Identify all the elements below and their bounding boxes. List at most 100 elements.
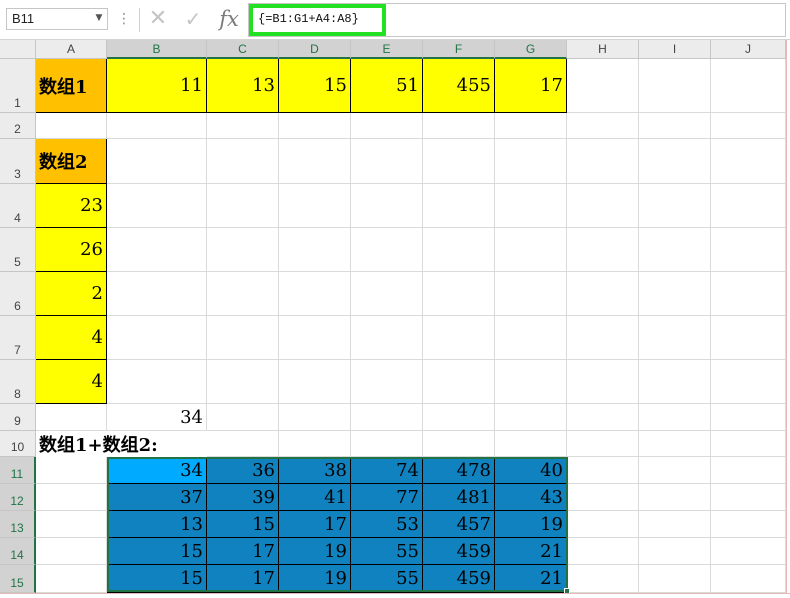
cell-h10[interactable]	[567, 431, 639, 457]
cell-j14[interactable]	[711, 538, 786, 565]
row-header-2[interactable]: 2	[0, 113, 36, 139]
cell-d10[interactable]	[279, 431, 351, 457]
cell-i10[interactable]	[639, 431, 711, 457]
cell-h5[interactable]	[567, 228, 639, 272]
cell-i6[interactable]	[639, 272, 711, 316]
cell-i14[interactable]	[639, 538, 711, 565]
cell-j4[interactable]	[711, 184, 786, 228]
cell-a15[interactable]	[36, 565, 107, 593]
cell-j11[interactable]	[711, 457, 786, 484]
column-header-e[interactable]: E	[351, 40, 423, 59]
cell-d11[interactable]: 38	[279, 457, 351, 484]
cell-c14[interactable]: 17	[207, 538, 279, 565]
cell-d2[interactable]	[279, 113, 351, 139]
cell-i5[interactable]	[639, 228, 711, 272]
cell-e8[interactable]	[351, 360, 423, 404]
row-header-6[interactable]: 6	[0, 272, 36, 316]
cell-i13[interactable]	[639, 511, 711, 538]
row-header-14[interactable]: 14	[0, 538, 36, 565]
cell-e2[interactable]	[351, 113, 423, 139]
cell-i1[interactable]	[639, 59, 711, 113]
cell-g13[interactable]: 19	[495, 511, 567, 538]
cell-j15[interactable]	[711, 565, 786, 593]
cell-b3[interactable]	[107, 139, 207, 184]
cell-i3[interactable]	[639, 139, 711, 184]
cell-e13[interactable]: 53	[351, 511, 423, 538]
cell-f3[interactable]	[423, 139, 495, 184]
cell-j1[interactable]	[711, 59, 786, 113]
select-all-corner[interactable]	[0, 40, 36, 59]
cell-b15[interactable]: 15	[107, 565, 207, 593]
cell-d6[interactable]	[279, 272, 351, 316]
cell-g14[interactable]: 21	[495, 538, 567, 565]
cell-i4[interactable]	[639, 184, 711, 228]
cell-f15[interactable]: 459	[423, 565, 495, 593]
cell-d5[interactable]	[279, 228, 351, 272]
cell-g11[interactable]: 40	[495, 457, 567, 484]
cell-d7[interactable]	[279, 316, 351, 360]
column-header-h[interactable]: H	[567, 40, 639, 59]
cell-j13[interactable]	[711, 511, 786, 538]
cell-g10[interactable]	[495, 431, 567, 457]
cell-g12[interactable]: 43	[495, 484, 567, 511]
cell-g6[interactable]	[495, 272, 567, 316]
cell-b4[interactable]	[107, 184, 207, 228]
cell-j5[interactable]	[711, 228, 786, 272]
cell-b13[interactable]: 13	[107, 511, 207, 538]
cell-g2[interactable]	[495, 113, 567, 139]
column-header-d[interactable]: D	[279, 40, 351, 59]
cell-e4[interactable]	[351, 184, 423, 228]
cell-c13[interactable]: 15	[207, 511, 279, 538]
cell-i2[interactable]	[639, 113, 711, 139]
cell-c5[interactable]	[207, 228, 279, 272]
cell-a10[interactable]: 数组1+数组2:	[36, 431, 207, 457]
cell-e15[interactable]: 55	[351, 565, 423, 593]
cell-i11[interactable]	[639, 457, 711, 484]
row-header-7[interactable]: 7	[0, 316, 36, 360]
cell-g7[interactable]	[495, 316, 567, 360]
cell-j8[interactable]	[711, 360, 786, 404]
row-header-3[interactable]: 3	[0, 139, 36, 184]
cell-a5[interactable]: 26	[36, 228, 107, 272]
cell-a2[interactable]	[36, 113, 107, 139]
cell-h13[interactable]	[567, 511, 639, 538]
row-header-9[interactable]: 9	[0, 404, 36, 431]
cell-b5[interactable]	[107, 228, 207, 272]
cell-e10[interactable]	[351, 431, 423, 457]
cell-d13[interactable]: 17	[279, 511, 351, 538]
cell-a6[interactable]: 2	[36, 272, 107, 316]
row-header-8[interactable]: 8	[0, 360, 36, 404]
name-box-dropdown-icon[interactable]: ▼	[92, 8, 106, 30]
cell-b1[interactable]: 11	[107, 59, 207, 113]
cell-f8[interactable]	[423, 360, 495, 404]
insert-function-icon[interactable]: fx	[215, 5, 243, 33]
cell-h15[interactable]	[567, 565, 639, 593]
column-header-f[interactable]: F	[423, 40, 495, 59]
cell-g15[interactable]: 21	[495, 565, 567, 593]
cell-j2[interactable]	[711, 113, 786, 139]
cell-d14[interactable]: 19	[279, 538, 351, 565]
cell-c15[interactable]: 17	[207, 565, 279, 593]
cell-j10[interactable]	[711, 431, 786, 457]
cell-f12[interactable]: 481	[423, 484, 495, 511]
cell-h12[interactable]	[567, 484, 639, 511]
cell-c11[interactable]: 36	[207, 457, 279, 484]
cell-f10[interactable]	[423, 431, 495, 457]
cell-b9[interactable]: 34	[107, 404, 207, 431]
cell-e14[interactable]: 55	[351, 538, 423, 565]
cell-c1[interactable]: 13	[207, 59, 279, 113]
cell-g3[interactable]	[495, 139, 567, 184]
cell-h9[interactable]	[567, 404, 639, 431]
cell-h1[interactable]	[567, 59, 639, 113]
cell-d15[interactable]: 19	[279, 565, 351, 593]
cell-j6[interactable]	[711, 272, 786, 316]
cell-c3[interactable]	[207, 139, 279, 184]
cell-i15[interactable]	[639, 565, 711, 593]
cell-i7[interactable]	[639, 316, 711, 360]
cell-i8[interactable]	[639, 360, 711, 404]
column-header-g[interactable]: G	[495, 40, 567, 59]
cell-i9[interactable]	[639, 404, 711, 431]
cell-f11[interactable]: 478	[423, 457, 495, 484]
cell-c6[interactable]	[207, 272, 279, 316]
cell-d9[interactable]	[279, 404, 351, 431]
